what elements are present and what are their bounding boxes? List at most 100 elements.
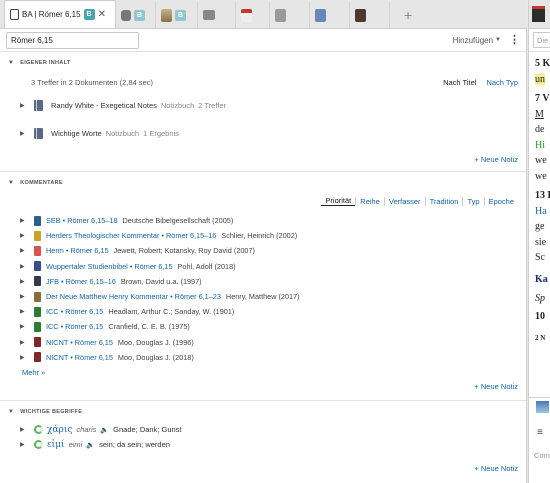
book-cover-icon[interactable] bbox=[536, 401, 549, 413]
more-options-icon[interactable]: ⋮ bbox=[509, 34, 520, 46]
commentary-row[interactable]: ▶ JFB • Römer 6,15–16 Brown, David u.a. (1… bbox=[0, 274, 526, 289]
book-cover-icon bbox=[34, 337, 41, 348]
commentary-link[interactable]: JFB • Römer 6,15–16 bbox=[46, 277, 116, 286]
commentary-link[interactable]: ICC • Römer 6,15 bbox=[46, 322, 103, 331]
item-type: Notizbuch bbox=[105, 128, 140, 138]
commentary-link[interactable]: Wuppertaler Studienbibel • Römer 6,15 bbox=[46, 262, 173, 271]
reference-input[interactable] bbox=[6, 31, 139, 49]
term-row[interactable]: ▶ εἰμί eimi 🔈 sein; da sein; werden bbox=[0, 437, 526, 452]
commentary-row[interactable]: ▶ SEB • Römer 6,15–18 Deutsche Bibelgesell… bbox=[0, 213, 526, 228]
tab-3[interactable]: B bbox=[156, 2, 198, 28]
comment-input[interactable]: Com bbox=[534, 451, 550, 460]
book-cover-icon bbox=[161, 8, 172, 22]
term-greek[interactable]: εἰμί bbox=[47, 440, 65, 450]
caret-right-icon[interactable]: ▶ bbox=[20, 232, 30, 239]
filter-priority[interactable]: Priorität bbox=[321, 196, 356, 206]
sort-options: Nach Titel Nach Typ bbox=[443, 78, 518, 87]
section-header[interactable]: ▼ EIGENER INHALT bbox=[0, 52, 526, 73]
frequency-ring-icon bbox=[34, 425, 43, 434]
commentary-meta: Headlam, Arthur C.; Sanday, W. (1901) bbox=[108, 307, 235, 317]
filter-author[interactable]: Verfasser bbox=[383, 196, 425, 206]
tab-active[interactable]: BA | Römer 6,15 B ✕ bbox=[4, 0, 116, 28]
caret-right-icon[interactable]: ▶ bbox=[20, 426, 30, 433]
frequency-ring-icon bbox=[34, 440, 43, 449]
book-cover-icon[interactable] bbox=[532, 6, 545, 22]
commentary-link[interactable]: Der Neue Matthew Henry Kommentar • Römer… bbox=[46, 292, 221, 301]
add-button-label: Hinzufügen bbox=[452, 35, 494, 45]
commentary-row[interactable]: ▶ NICNT • Römer 6,15 Moo, Douglas J. (2018… bbox=[0, 350, 526, 365]
more-link[interactable]: Mehr » bbox=[0, 365, 526, 381]
section-header[interactable]: ▼ KOMMENTARE bbox=[0, 172, 526, 193]
new-tab-button[interactable]: + bbox=[404, 2, 412, 28]
term-row[interactable]: ▶ χάρις charis 🔈 Gnade; Dank; Gunst bbox=[0, 422, 526, 437]
filter-epoch[interactable]: Epoche bbox=[483, 196, 518, 206]
commentary-link[interactable]: Herm • Römer 6,15 bbox=[46, 246, 109, 255]
tab-active-title: BA | Römer 6,15 bbox=[22, 10, 81, 19]
commentary-link[interactable]: Herders Theologischer Kommentar • Römer … bbox=[46, 231, 216, 240]
speaker-icon[interactable]: 🔈 bbox=[86, 441, 95, 449]
tab-4[interactable] bbox=[198, 2, 236, 28]
new-note-button[interactable]: + Neue Notiz bbox=[474, 382, 518, 391]
tab-8[interactable] bbox=[350, 2, 390, 28]
commentary-link[interactable]: SEB • Römer 6,15–18 bbox=[46, 216, 118, 225]
caret-down-icon: ▼ bbox=[8, 408, 15, 415]
caret-right-icon[interactable]: ▶ bbox=[20, 263, 30, 270]
term-greek[interactable]: χάρις bbox=[47, 425, 72, 435]
term-transliteration: charis bbox=[76, 425, 97, 434]
close-icon[interactable]: ✕ bbox=[98, 9, 106, 20]
section-header[interactable]: ▼ WICHTIGE BEGRIFFE bbox=[0, 401, 526, 422]
add-button[interactable]: Hinzufügen ▼ bbox=[453, 36, 501, 45]
caret-right-icon[interactable]: ▶ bbox=[20, 293, 30, 300]
section-commentaries: ▼ KOMMENTARE Priorität Reihe Verfasser T… bbox=[0, 172, 526, 401]
commentary-row[interactable]: ▶ Herm • Römer 6,15 Jewett, Robert; Kotans… bbox=[0, 243, 526, 258]
verse-fragment: M bbox=[535, 108, 544, 120]
commentary-meta: Henry, Matthew (2017) bbox=[225, 292, 300, 302]
commentary-meta: Schlier, Heinrich (2002) bbox=[221, 231, 298, 241]
caret-right-icon[interactable]: ▶ bbox=[20, 308, 30, 315]
caret-right-icon[interactable]: ▶ bbox=[20, 247, 30, 254]
commentary-link[interactable]: NICNT • Römer 6,15 bbox=[46, 338, 113, 347]
caret-right-icon[interactable]: ▶ bbox=[20, 217, 30, 224]
verse-fragment: 10 bbox=[535, 310, 545, 322]
tab-7[interactable] bbox=[310, 2, 350, 28]
commentary-row[interactable]: ▶ Herders Theologischer Kommentar • Römer… bbox=[0, 228, 526, 243]
sort-by-type[interactable]: Nach Typ bbox=[486, 78, 518, 87]
verse-fragment: 13 F bbox=[535, 190, 550, 201]
caret-right-icon[interactable]: ▶ bbox=[20, 339, 30, 346]
list-item[interactable]: ▶ Randy White - Exegetical Notes Notizbu… bbox=[0, 91, 526, 119]
commentary-link[interactable]: ICC • Römer 6,15 bbox=[46, 307, 103, 316]
commentary-row[interactable]: ▶ Der Neue Matthew Henry Kommentar • Röme… bbox=[0, 289, 526, 304]
verse-fragment: Hi bbox=[535, 139, 545, 151]
commentary-link[interactable]: NICNT • Römer 6,15 bbox=[46, 353, 113, 362]
caret-right-icon[interactable]: ▶ bbox=[20, 354, 30, 361]
filter-type[interactable]: Typ bbox=[462, 196, 483, 206]
book-cover-icon bbox=[34, 291, 41, 302]
commentary-row[interactable]: ▶ ICC • Römer 6,15 Cranfield, C. E. B. (19… bbox=[0, 319, 526, 334]
sort-by-title[interactable]: Nach Titel bbox=[443, 78, 476, 87]
caret-right-icon[interactable]: ▶ bbox=[20, 441, 30, 448]
commentary-row[interactable]: ▶ Wuppertaler Studienbibel • Römer 6,15 Po… bbox=[0, 259, 526, 274]
filter-series[interactable]: Reihe bbox=[355, 196, 384, 206]
result-summary: 3 Treffer in 2 Dokumenten (2,84 sec) Nac… bbox=[0, 73, 526, 91]
document-icon bbox=[10, 9, 19, 20]
speaker-icon[interactable]: 🔈 bbox=[100, 426, 109, 434]
filter-tradition[interactable]: Tradition bbox=[424, 196, 463, 206]
new-note-button[interactable]: + Neue Notiz bbox=[474, 464, 518, 473]
tab-6[interactable] bbox=[270, 2, 310, 28]
list-item[interactable]: ▶ Wichtige Worte Notizbuch 1 Ergebnis bbox=[0, 119, 526, 147]
menu-icon[interactable]: ≡ bbox=[537, 427, 543, 438]
caret-right-icon[interactable]: ▶ bbox=[20, 130, 30, 137]
right-reference-input[interactable]: Die S bbox=[533, 32, 550, 48]
search-bar: Hinzufügen ▼ ⋮ bbox=[0, 29, 526, 52]
tab-5[interactable] bbox=[236, 2, 270, 28]
caret-right-icon[interactable]: ▶ bbox=[20, 278, 30, 285]
book-cover-icon bbox=[34, 276, 41, 287]
commentary-row[interactable]: ▶ ICC • Römer 6,15 Headlam, Arthur C.; San… bbox=[0, 304, 526, 319]
caret-right-icon[interactable]: ▶ bbox=[20, 102, 30, 109]
commentary-row[interactable]: ▶ NICNT • Römer 6,15 Moo, Douglas J. (1996… bbox=[0, 335, 526, 350]
book-cover-icon bbox=[355, 8, 366, 22]
tab-2[interactable]: B bbox=[116, 2, 156, 28]
caret-right-icon[interactable]: ▶ bbox=[20, 323, 30, 330]
book-cover-icon bbox=[34, 352, 41, 363]
new-note-button[interactable]: + Neue Notiz bbox=[474, 155, 518, 164]
